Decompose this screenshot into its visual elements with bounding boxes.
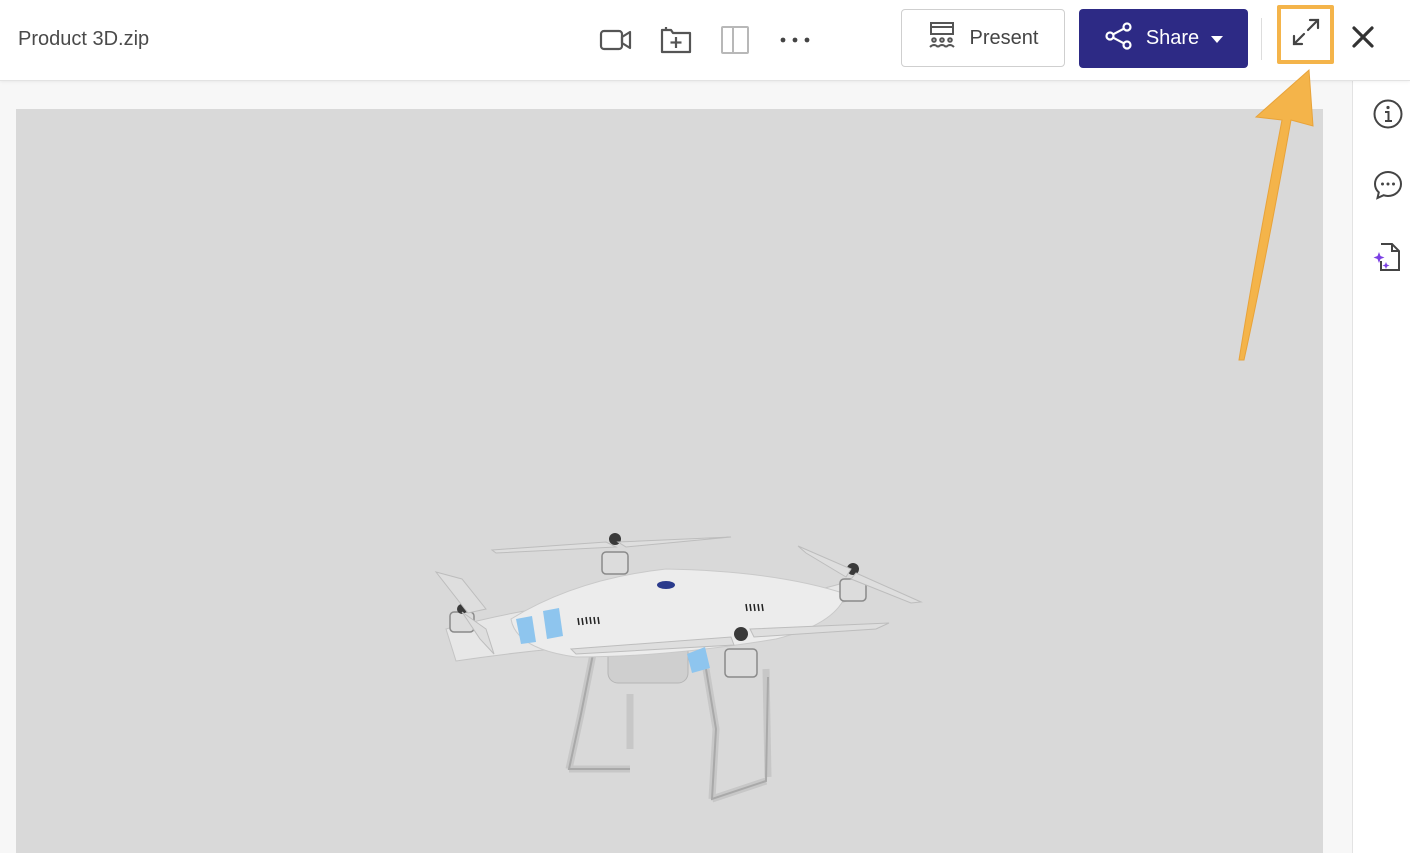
video-camera-icon — [599, 27, 633, 53]
present-label: Present — [969, 26, 1039, 49]
split-panel-icon — [720, 25, 750, 55]
present-icon — [928, 21, 956, 55]
ai-document-icon — [1373, 241, 1403, 278]
3d-model-viewer[interactable] — [16, 109, 1323, 853]
workspace — [0, 81, 1352, 853]
folder-add-icon — [660, 26, 692, 54]
info-button[interactable] — [1370, 98, 1406, 134]
fullscreen-button[interactable] — [1277, 5, 1334, 64]
close-button[interactable] — [1344, 20, 1382, 58]
info-icon — [1372, 98, 1404, 135]
expand-icon — [1290, 16, 1322, 53]
toolbar-divider — [1261, 18, 1262, 60]
right-sidebar — [1352, 81, 1410, 853]
record-video-button[interactable] — [596, 20, 636, 60]
toggle-panel-button[interactable] — [715, 20, 755, 60]
share-icon — [1104, 21, 1134, 56]
top-bar: Product 3D.zip Present Share — [0, 0, 1410, 81]
more-options-icon — [778, 36, 812, 44]
add-to-folder-button[interactable] — [656, 20, 696, 60]
file-title: Product 3D.zip — [18, 28, 150, 50]
comments-button[interactable] — [1370, 169, 1406, 205]
close-icon — [1351, 25, 1375, 54]
ai-assistant-button[interactable] — [1370, 241, 1406, 277]
more-options-button[interactable] — [775, 20, 815, 60]
caret-down-icon[interactable] — [1211, 27, 1224, 50]
comment-icon — [1372, 169, 1404, 206]
share-label: Share — [1145, 27, 1200, 49]
drone-model-image — [434, 533, 923, 803]
share-button[interactable]: Share — [1079, 9, 1248, 68]
present-button[interactable]: Present — [901, 9, 1065, 67]
